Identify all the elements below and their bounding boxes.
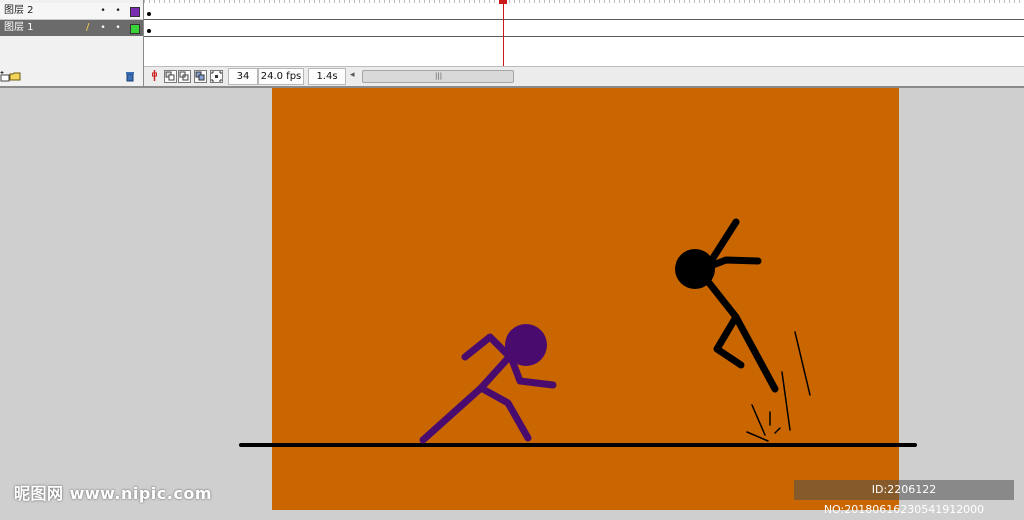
watermark-id: ID:2206122 NO:20180616230541912000 xyxy=(794,480,1014,516)
stage-artwork xyxy=(239,88,917,510)
watermark-site: 昵图网 www.nipic.com xyxy=(14,484,212,503)
